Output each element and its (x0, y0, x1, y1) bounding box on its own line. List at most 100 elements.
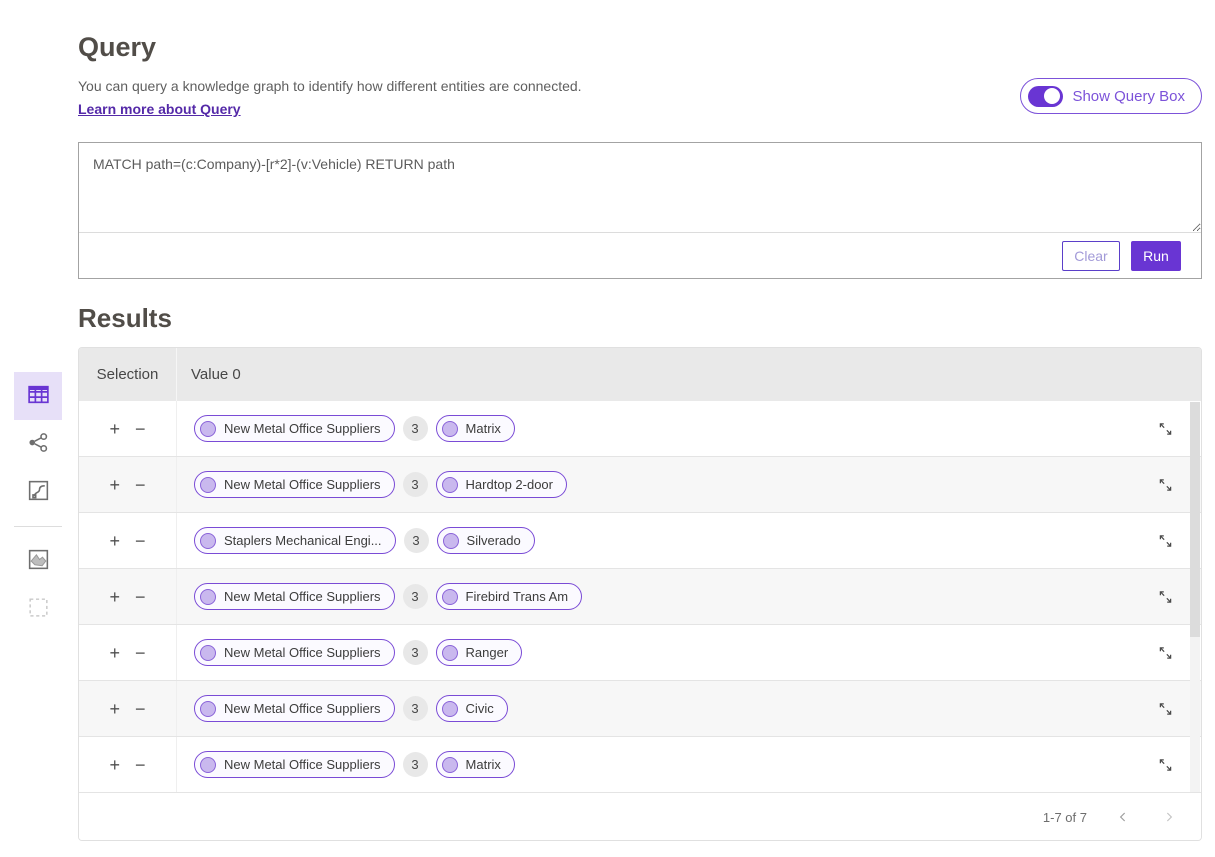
remove-from-selection-button[interactable]: − (135, 532, 146, 550)
node-icon (442, 589, 458, 605)
target-entity-label: Silverado (467, 533, 521, 548)
table-body: + − New Metal Office Suppliers 3 Matrix … (79, 401, 1201, 793)
expand-row-icon[interactable] (1156, 531, 1175, 550)
edge-count-badge: 3 (404, 528, 429, 553)
source-entity-label: New Metal Office Suppliers (224, 589, 381, 604)
remove-from-selection-button[interactable]: − (135, 476, 146, 494)
source-entity-pill[interactable]: New Metal Office Suppliers (194, 751, 395, 778)
node-icon (200, 645, 216, 661)
add-to-selection-button[interactable]: + (109, 588, 120, 606)
value-cell: New Metal Office Suppliers 3 Firebird Tr… (177, 583, 582, 610)
value-cell: New Metal Office Suppliers 3 Matrix (177, 415, 515, 442)
tab-graph-view[interactable] (14, 420, 62, 468)
node-icon (442, 645, 458, 661)
target-entity-label: Ranger (466, 645, 509, 660)
previous-page-button[interactable] (1113, 807, 1133, 827)
expand-row-icon[interactable] (1156, 755, 1175, 774)
expand-row-icon[interactable] (1156, 475, 1175, 494)
source-entity-pill[interactable]: New Metal Office Suppliers (194, 583, 395, 610)
add-to-selection-button[interactable]: + (109, 476, 120, 494)
remove-from-selection-button[interactable]: − (135, 588, 146, 606)
target-entity-pill[interactable]: Silverado (437, 527, 535, 554)
table-row: + − New Metal Office Suppliers 3 Hardtop… (79, 457, 1201, 513)
page-description: You can query a knowledge graph to ident… (78, 78, 582, 94)
selection-cell: + − (79, 569, 177, 624)
run-button[interactable]: Run (1131, 241, 1181, 271)
pagination-range-label: 1-7 of 7 (1043, 810, 1087, 825)
node-icon (200, 589, 216, 605)
add-to-selection-button[interactable]: + (109, 756, 120, 774)
tab-placeholder-view[interactable] (14, 585, 62, 633)
remove-from-selection-button[interactable]: − (135, 700, 146, 718)
target-entity-pill[interactable]: Hardtop 2-door (436, 471, 567, 498)
target-entity-label: Matrix (466, 421, 501, 436)
selection-cell: + − (79, 457, 177, 512)
source-entity-pill[interactable]: Staplers Mechanical Engi... (194, 527, 396, 554)
expand-row-icon[interactable] (1156, 587, 1175, 606)
table-footer: 1-7 of 7 (79, 793, 1201, 841)
source-entity-pill[interactable]: New Metal Office Suppliers (194, 695, 395, 722)
add-to-selection-button[interactable]: + (109, 532, 120, 550)
show-query-box-toggle[interactable]: Show Query Box (1020, 78, 1202, 114)
toggle-switch-icon[interactable] (1028, 86, 1063, 107)
node-icon (200, 757, 216, 773)
tab-path-view[interactable] (14, 468, 62, 516)
column-header-value0: Value 0 (177, 366, 241, 383)
node-icon (200, 701, 216, 717)
source-entity-pill[interactable]: New Metal Office Suppliers (194, 471, 395, 498)
value-cell: New Metal Office Suppliers 3 Ranger (177, 639, 522, 666)
expand-row-icon[interactable] (1156, 419, 1175, 438)
target-entity-label: Hardtop 2-door (466, 477, 553, 492)
remove-from-selection-button[interactable]: − (135, 644, 146, 662)
target-entity-pill[interactable]: Matrix (436, 415, 515, 442)
table-header: Selection Value 0 (79, 348, 1201, 401)
placeholder-view-icon (26, 595, 51, 623)
tab-table-view[interactable] (14, 372, 62, 420)
query-input[interactable]: MATCH path=(c:Company)-[r*2]-(v:Vehicle)… (79, 143, 1201, 232)
remove-from-selection-button[interactable]: − (135, 420, 146, 438)
next-page-button[interactable] (1159, 807, 1179, 827)
clear-button[interactable]: Clear (1062, 241, 1120, 271)
remove-from-selection-button[interactable]: − (135, 756, 146, 774)
source-entity-label: New Metal Office Suppliers (224, 645, 381, 660)
add-to-selection-button[interactable]: + (109, 420, 120, 438)
query-page: Query You can query a knowledge graph to… (0, 0, 1215, 857)
selection-cell: + − (79, 513, 177, 568)
target-entity-label: Firebird Trans Am (466, 589, 569, 604)
selection-cell: + − (79, 737, 177, 792)
node-icon (200, 533, 216, 549)
add-to-selection-button[interactable]: + (109, 700, 120, 718)
add-to-selection-button[interactable]: + (109, 644, 120, 662)
value-cell: New Metal Office Suppliers 3 Matrix (177, 751, 515, 778)
target-entity-pill[interactable]: Matrix (436, 751, 515, 778)
source-entity-pill[interactable]: New Metal Office Suppliers (194, 415, 395, 442)
edge-count-badge: 3 (403, 416, 428, 441)
chevron-left-icon (1115, 809, 1131, 825)
map-view-icon (26, 547, 51, 575)
node-icon (442, 757, 458, 773)
node-icon (442, 701, 458, 717)
table-row: + − Staplers Mechanical Engi... 3 Silver… (79, 513, 1201, 569)
target-entity-pill[interactable]: Firebird Trans Am (436, 583, 583, 610)
vertical-scrollbar[interactable] (1190, 402, 1200, 792)
node-icon (200, 477, 216, 493)
table-row: + − New Metal Office Suppliers 3 Civic (79, 681, 1201, 737)
graph-view-icon (26, 430, 51, 458)
table-row: + − New Metal Office Suppliers 3 Matrix (79, 737, 1201, 793)
node-icon (200, 421, 216, 437)
edge-count-badge: 3 (403, 696, 428, 721)
target-entity-pill[interactable]: Civic (436, 695, 508, 722)
selection-cell: + − (79, 401, 177, 456)
edge-count-badge: 3 (403, 472, 428, 497)
scrollbar-thumb[interactable] (1190, 402, 1200, 637)
tab-map-view[interactable] (14, 537, 62, 585)
selection-cell: + − (79, 625, 177, 680)
toggle-knob (1044, 88, 1060, 104)
target-entity-pill[interactable]: Ranger (436, 639, 523, 666)
table-view-icon (26, 382, 51, 410)
results-title: Results (78, 303, 172, 334)
expand-row-icon[interactable] (1156, 699, 1175, 718)
expand-row-icon[interactable] (1156, 643, 1175, 662)
learn-more-link[interactable]: Learn more about Query (78, 101, 241, 117)
source-entity-pill[interactable]: New Metal Office Suppliers (194, 639, 395, 666)
